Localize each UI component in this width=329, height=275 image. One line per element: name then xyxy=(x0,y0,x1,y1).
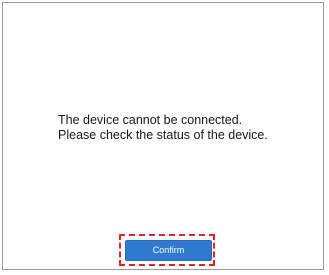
confirm-button[interactable]: Confirm xyxy=(125,240,212,261)
error-message-line-1: The device cannot be connected. xyxy=(58,113,243,127)
error-message-line-2: Please check the status of the device. xyxy=(58,128,268,142)
device-error-dialog: The device cannot be connected. Please c… xyxy=(2,2,324,270)
error-message: The device cannot be connected. Please c… xyxy=(58,113,268,143)
